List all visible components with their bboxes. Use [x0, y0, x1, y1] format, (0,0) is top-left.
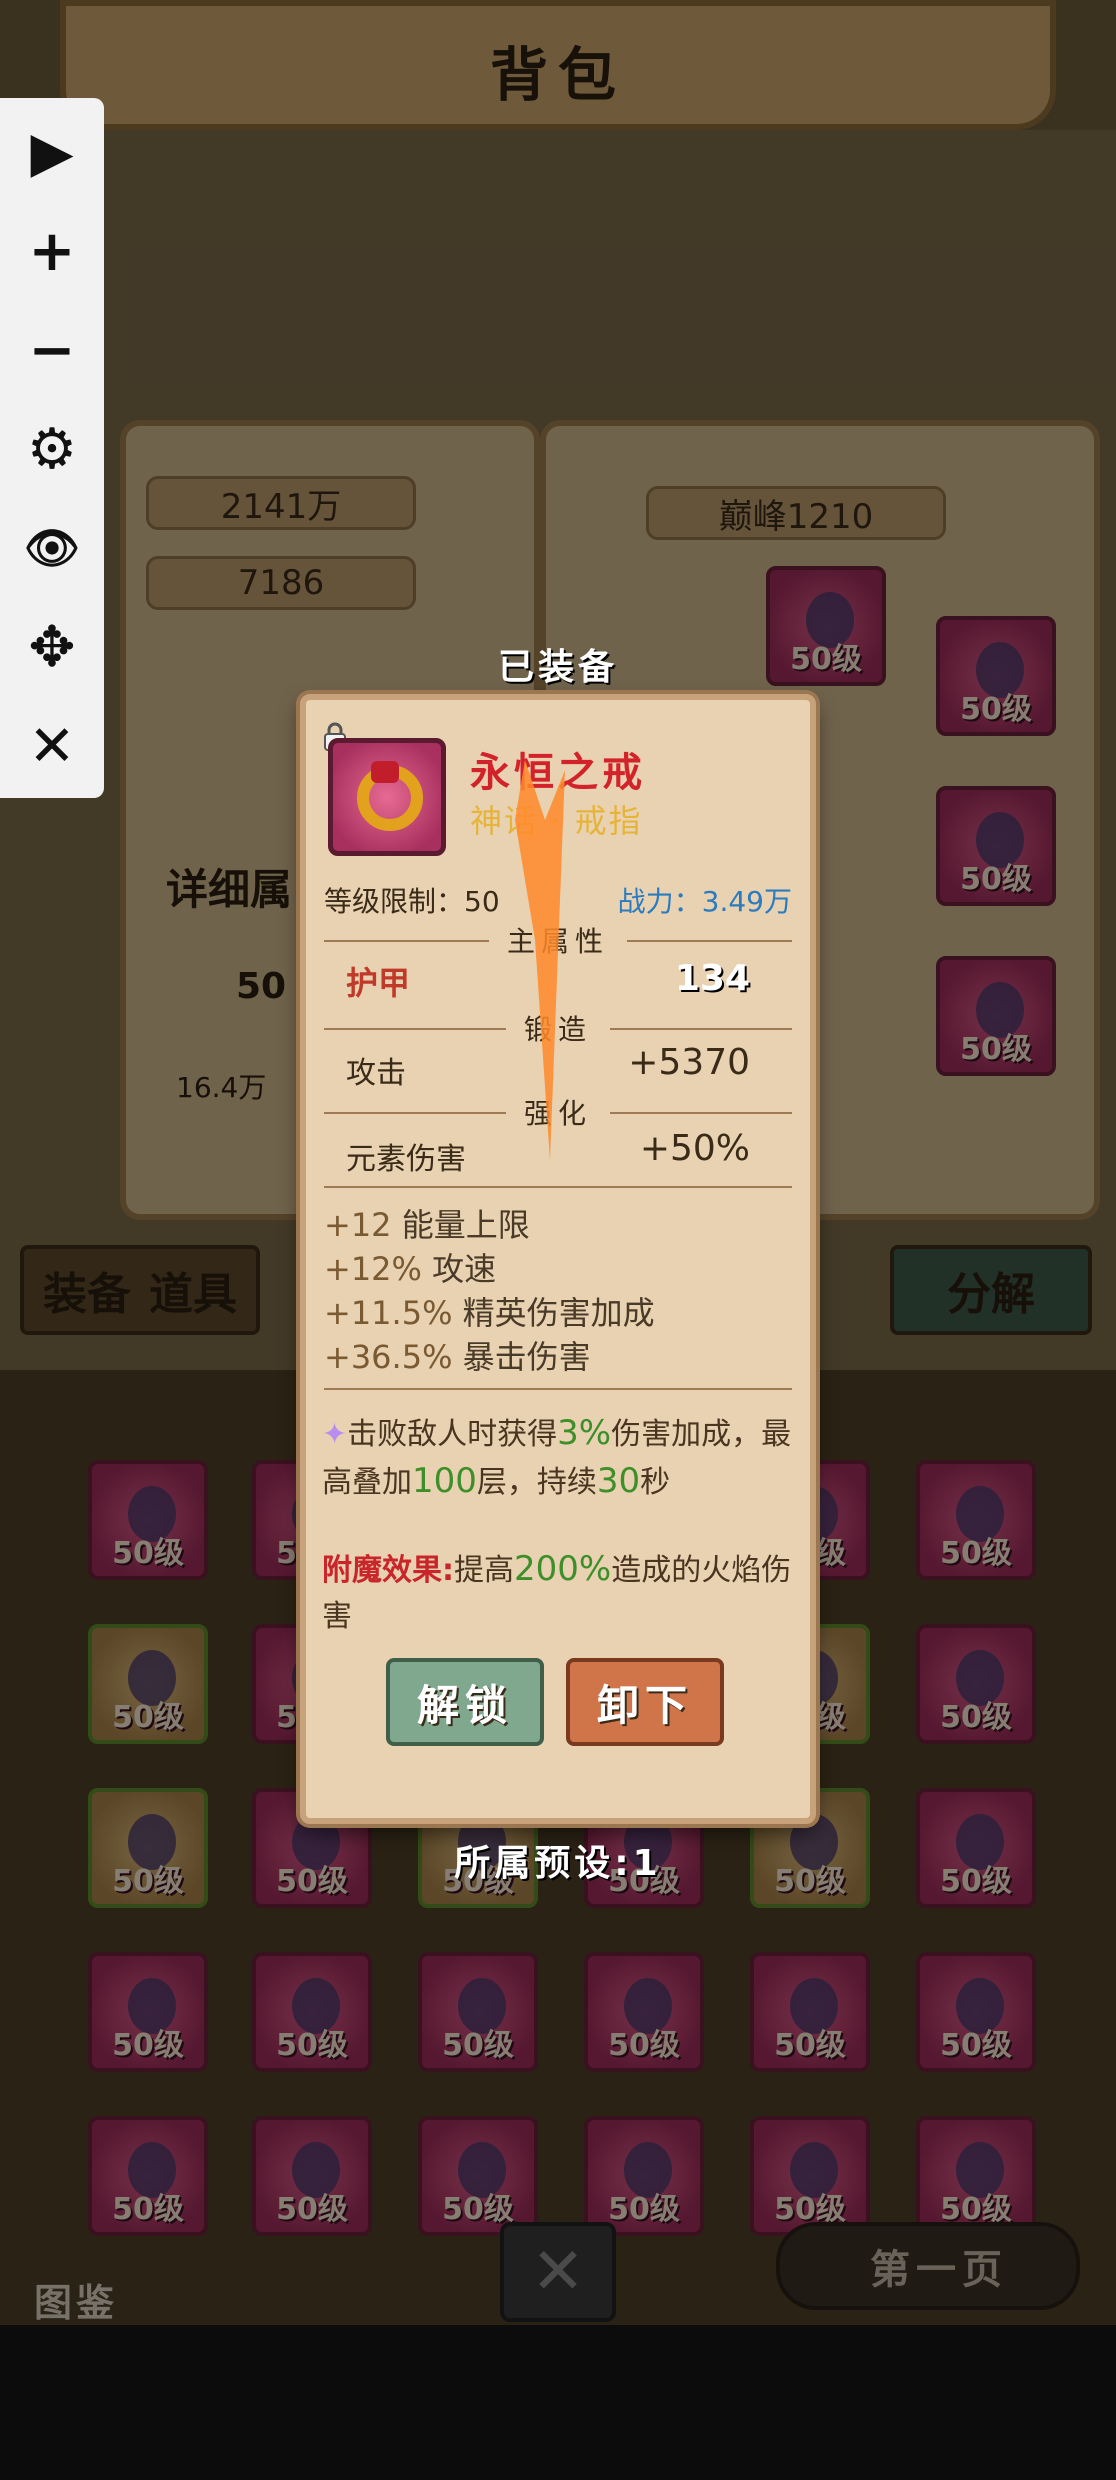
sub-attr: +12% 攻速 [324, 1250, 497, 1288]
game-screen: 背包 2141万 7186 详细属 50 16.4万 23 巅峰1210 50级… [0, 0, 1116, 2325]
equipped-label: 已装备 [497, 647, 618, 688]
sub-attr: +36.5% 暴击伤害 [324, 1338, 591, 1376]
forge-attr-value: +5370 [628, 1042, 750, 1083]
enchant-description: 附魔效果:提高200%造成的火焰伤害 [322, 1549, 792, 1634]
skill-description: ✦击败敌人时获得3%伤害加成，最高叠加100层，持续30秒 [322, 1413, 792, 1501]
enhance-attr-value: +50% [639, 1128, 750, 1169]
bottom-bar [0, 2325, 1116, 2480]
power-text: 战力：3.49万 [617, 885, 792, 918]
level-req-text: 等级限制：50 [324, 885, 500, 918]
forge-attr-name: 攻击 [346, 1056, 406, 1091]
main-attr-value: 134 [674, 958, 750, 999]
move-icon[interactable]: ✥ [0, 598, 104, 696]
ring-icon [328, 738, 446, 856]
minus-icon[interactable]: − [0, 301, 104, 399]
floating-toolbar: ▶ + − ⚙ 👁 ✥ ✕ [0, 98, 104, 798]
plus-icon[interactable]: + [0, 202, 104, 300]
flame-effect-icon [515, 760, 565, 1160]
preset-label: 所属预设:1 [454, 1843, 662, 1884]
unequip-button[interactable]: 卸下 [566, 1658, 724, 1746]
enhance-attr-name: 元素伤害 [346, 1142, 466, 1177]
sparkle-icon: ✦ [322, 1417, 348, 1452]
main-attr-name: 护甲 [346, 964, 411, 1002]
sub-attr: +11.5% 精英伤害加成 [324, 1294, 655, 1332]
close-icon[interactable]: ✕ [0, 697, 104, 795]
eye-icon[interactable]: 👁 [0, 499, 104, 597]
gear-icon[interactable]: ⚙ [0, 400, 104, 498]
sub-attr: +12 能量上限 [324, 1206, 530, 1244]
unlock-button[interactable]: 解锁 [386, 1658, 544, 1746]
play-icon[interactable]: ▶ [0, 103, 104, 201]
